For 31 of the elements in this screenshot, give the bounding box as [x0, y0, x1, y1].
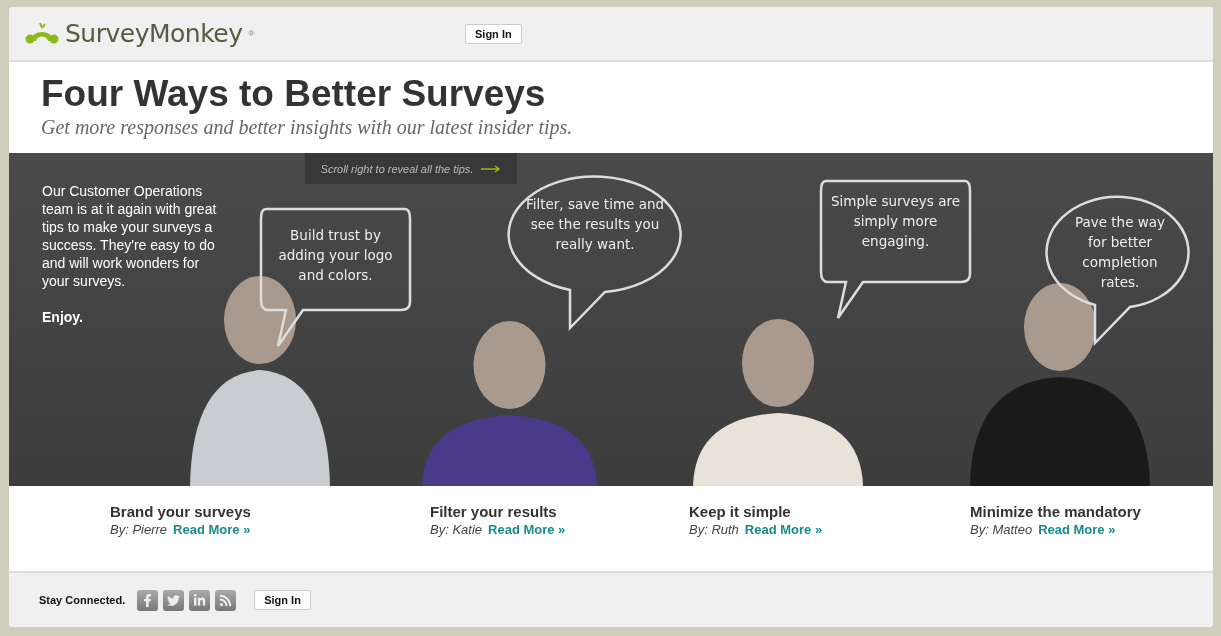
bubble-text: Build trust by adding your logo and colors.	[277, 226, 394, 285]
sign-off-text: Enjoy.	[42, 308, 84, 326]
read-more-link[interactable]: Read More »	[1038, 522, 1116, 537]
linkedin-icon[interactable]	[189, 589, 211, 611]
intro-text: Our Customer Operations team is at it again with great tips to make your surveys a success. They're easy to do and will work wonders for your surveys.	[42, 182, 217, 290]
brand-name: SurveyMonkey	[65, 19, 243, 48]
read-more-link[interactable]: Read More »	[173, 522, 251, 537]
tip-title: Keep it simple	[689, 502, 792, 522]
read-more-link[interactable]: Read More »	[488, 522, 566, 537]
tip-title: Filter your results	[430, 502, 558, 522]
twitter-icon[interactable]	[163, 589, 185, 611]
scroll-hint-text: Scroll right to reveal all the tips.	[320, 162, 474, 175]
facebook-icon[interactable]	[137, 589, 159, 611]
rss-icon[interactable]	[215, 589, 237, 611]
author-text: By: Katie	[430, 522, 483, 537]
page-subtitle: Get more responses and better insights with our latest insider tips.	[41, 116, 574, 139]
bubble-text: Filter, save time and see the results you really want.	[524, 195, 666, 254]
tip-title: Minimize the mandatory	[970, 502, 1142, 522]
author-text: By: Matteo	[970, 522, 1033, 537]
read-more-link[interactable]: Read More »	[744, 522, 823, 537]
author-text: By: Pierre	[110, 522, 168, 537]
stay-connected-label: Stay Connected.	[39, 594, 126, 606]
sign-in-button[interactable]: Sign In	[465, 23, 522, 44]
tip-title: Brand your surveys	[110, 502, 252, 522]
arrow-right-icon	[481, 164, 502, 173]
page-title: Four Ways to Better Surveys	[41, 72, 547, 116]
bubble-text: Pave the way for better completion rates.	[1073, 213, 1167, 292]
registered-mark: ®	[248, 29, 255, 38]
bubble-text: Simple surveys are simply more engaging.	[830, 192, 961, 251]
author-text: By: Ruth	[689, 522, 739, 537]
sign-in-button[interactable]: Sign In	[254, 590, 311, 610]
